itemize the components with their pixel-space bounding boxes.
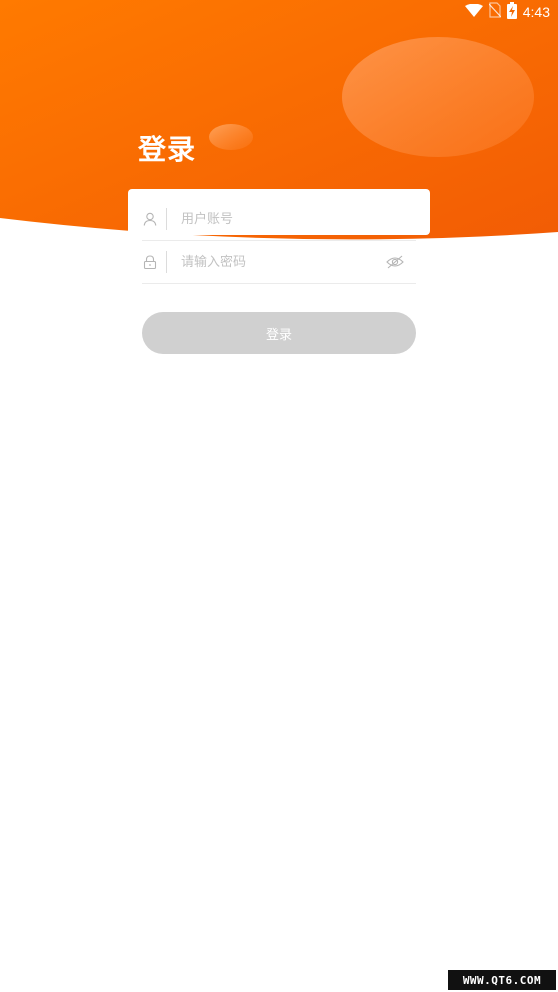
- password-input[interactable]: [181, 247, 384, 277]
- username-divider: [166, 208, 167, 230]
- wifi-icon: [464, 3, 483, 22]
- decor-circle-large: [342, 37, 534, 157]
- password-row: [142, 241, 416, 284]
- password-divider: [166, 251, 167, 273]
- decor-circle-small: [209, 124, 253, 150]
- username-input[interactable]: [181, 204, 416, 234]
- battery-charging-icon: [506, 1, 517, 23]
- page-title: 登录: [138, 133, 197, 166]
- eye-off-icon[interactable]: [384, 251, 406, 273]
- watermark: WWW.QT6.COM: [448, 970, 556, 990]
- user-icon: [142, 211, 158, 227]
- lock-icon: [142, 254, 158, 270]
- no-sim-icon: [488, 2, 502, 22]
- login-button[interactable]: 登录: [142, 312, 416, 354]
- username-row: [142, 198, 416, 241]
- status-bar: 4:43: [0, 0, 558, 24]
- status-time: 4:43: [522, 4, 550, 20]
- status-icons: 4:43: [464, 1, 550, 23]
